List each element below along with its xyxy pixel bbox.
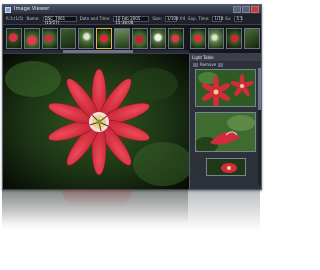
light-table-title: Light Table xyxy=(190,54,261,61)
date-field[interactable]: 10 Feb 2005 15:38:08 xyxy=(113,16,150,25)
size-field[interactable]: 1/100 xyxy=(164,16,178,22)
thumbnail[interactable] xyxy=(42,28,58,49)
window-title: Image Viewer xyxy=(14,6,50,12)
light-table-scrollbar[interactable] xyxy=(258,68,261,186)
settings-icon[interactable] xyxy=(218,62,224,67)
ev-field[interactable]: 4.5 xyxy=(234,16,243,22)
light-table-flower-3 xyxy=(207,159,245,175)
size-label: Size: xyxy=(152,16,162,21)
thumbnail[interactable] xyxy=(6,28,22,49)
thumbnail[interactable] xyxy=(96,28,112,49)
window-reflection xyxy=(2,189,260,231)
screenshot-stage: Image Viewer R:3:(1/5) Name: DSC_7061 (1… xyxy=(0,0,262,270)
close-button[interactable] xyxy=(251,6,259,13)
info-toolbar: R:3:(1/5) Name: DSC_7061 (15/17) Date an… xyxy=(3,14,261,25)
thumbnail[interactable] xyxy=(132,28,148,49)
exposure-label: Exp. Time: xyxy=(188,16,210,21)
scrollbar-thumb[interactable] xyxy=(258,68,261,110)
name-field[interactable]: DSC_7061 (15/17) xyxy=(42,16,77,25)
light-table-image[interactable] xyxy=(195,69,256,107)
main-image-view[interactable] xyxy=(3,54,189,189)
scrollbar-thumb[interactable] xyxy=(63,50,133,53)
minimize-button[interactable] xyxy=(233,6,241,13)
thumbnail[interactable] xyxy=(208,28,224,49)
window-controls xyxy=(233,6,259,13)
light-table-image[interactable] xyxy=(195,112,256,152)
thumbnail[interactable] xyxy=(24,28,40,49)
thumbnail[interactable] xyxy=(60,28,76,49)
flower-photo xyxy=(3,54,189,189)
thumbnail[interactable] xyxy=(150,28,166,49)
thumbnail-filmstrip[interactable] xyxy=(3,25,261,54)
maximize-button[interactable] xyxy=(242,6,250,13)
exposure-field[interactable]: 1/10 xyxy=(212,16,223,22)
thumbnail[interactable] xyxy=(244,28,260,49)
thumbnail[interactable] xyxy=(226,28,242,49)
thumbnail[interactable] xyxy=(114,28,130,49)
app-icon xyxy=(5,6,11,13)
ev-label: Ev: xyxy=(225,16,232,21)
add-button[interactable] xyxy=(193,62,198,67)
image-viewer-window: Image Viewer R:3:(1/5) Name: DSC_7061 (1… xyxy=(2,4,262,190)
remove-button[interactable]: Remove xyxy=(200,62,216,67)
zoom-label: R:3:(1/5) xyxy=(6,16,24,21)
title-bar: Image Viewer xyxy=(3,5,261,14)
filmstrip-scrollbar[interactable] xyxy=(3,50,189,53)
light-table-flower-1 xyxy=(196,70,255,106)
aperture-label: f/4 xyxy=(179,16,186,21)
light-table-toolbar: Remove xyxy=(190,61,261,68)
date-label: Date and Time: xyxy=(79,16,111,21)
name-label: Name: xyxy=(26,16,40,21)
light-table-image[interactable] xyxy=(206,158,246,176)
light-table-panel: Light Table Remove xyxy=(189,54,261,189)
thumbnail[interactable] xyxy=(190,28,206,49)
thumbnail[interactable] xyxy=(78,28,94,49)
light-table-flower-2 xyxy=(196,113,255,151)
reflection-flower xyxy=(62,189,132,207)
thumbnail[interactable] xyxy=(168,28,184,49)
